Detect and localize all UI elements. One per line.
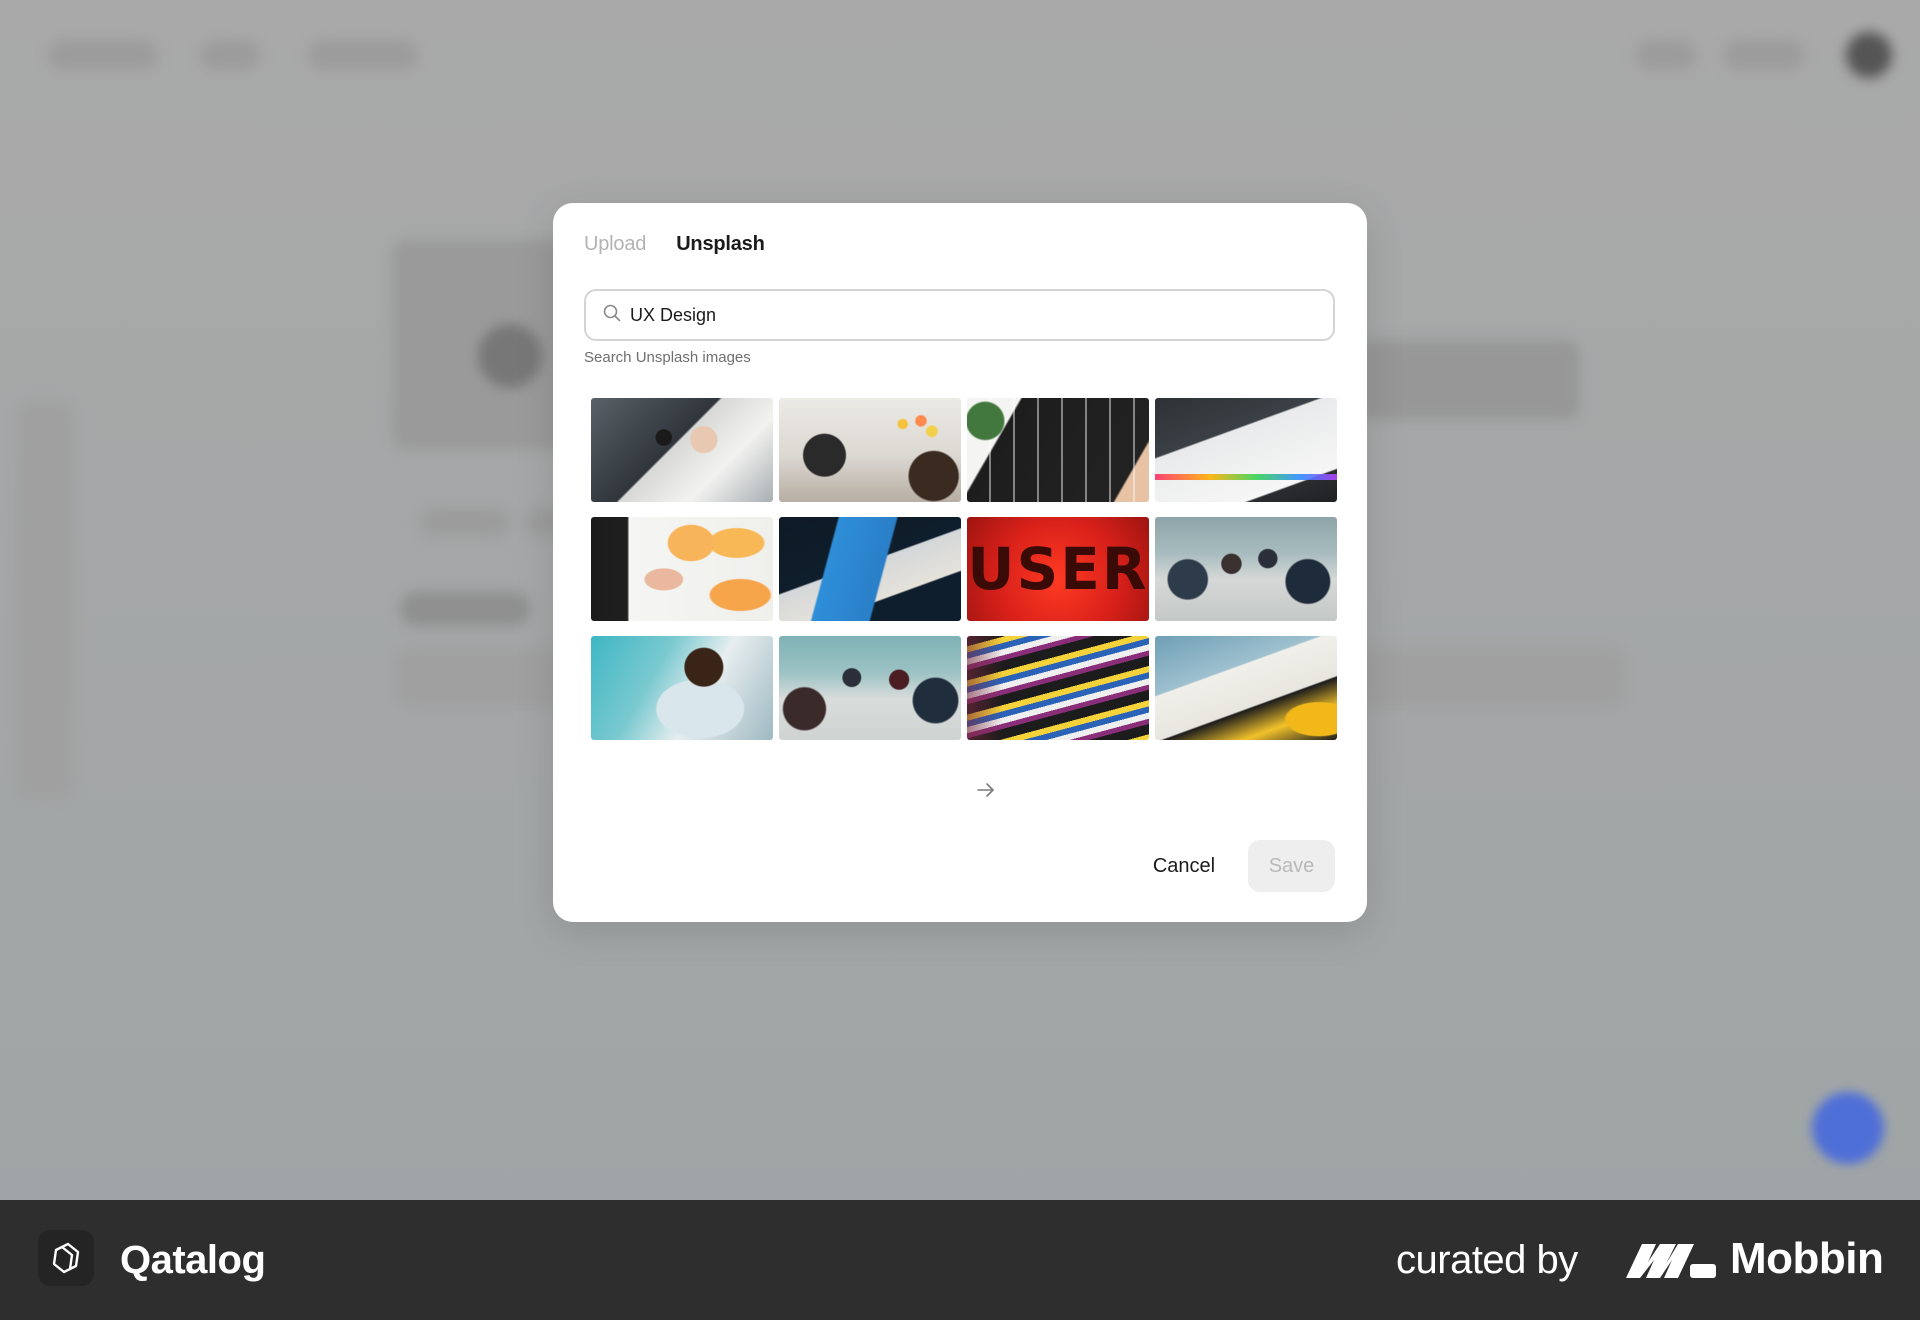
image-grid: USER: [591, 398, 1337, 740]
tab-unsplash[interactable]: Unsplash: [676, 233, 765, 256]
brand-name: Mobbin: [1730, 1234, 1884, 1283]
unsplash-image[interactable]: [779, 636, 961, 740]
unsplash-image[interactable]: [1155, 398, 1337, 502]
unsplash-image[interactable]: [779, 398, 961, 502]
search-hint: Search Unsplash images: [584, 349, 751, 366]
unsplash-image[interactable]: [967, 398, 1149, 502]
background-nav-item: [48, 40, 158, 70]
unsplash-image[interactable]: [591, 398, 773, 502]
image-picker-modal: Upload Unsplash Search Unsplash images: [553, 203, 1367, 922]
background-nav-item: [200, 40, 260, 70]
app-name: Qatalog: [120, 1238, 266, 1282]
unsplash-image[interactable]: [591, 517, 773, 621]
save-button[interactable]: Save: [1248, 840, 1335, 892]
background-fab-button: [1812, 1092, 1884, 1164]
search-field[interactable]: [584, 289, 1335, 341]
tab-upload[interactable]: Upload: [584, 233, 646, 256]
background-panel: [1360, 340, 1580, 420]
mobbin-logo-icon: [1626, 1244, 1716, 1278]
background-chip: [420, 508, 510, 536]
unsplash-image[interactable]: USER: [967, 517, 1149, 621]
source-tabs: Upload Unsplash: [584, 233, 765, 256]
curated-by-label: curated by: [1396, 1238, 1578, 1282]
background-avatar: [1846, 32, 1892, 78]
background-card-avatar: [478, 324, 542, 388]
unsplash-image-text: USER: [967, 535, 1149, 603]
search-icon: [603, 304, 621, 322]
search-input[interactable]: [630, 301, 1320, 329]
unsplash-image[interactable]: [591, 636, 773, 740]
cancel-button[interactable]: Cancel: [1131, 840, 1237, 892]
background-sidebar: [16, 400, 74, 800]
attribution-footer: Qatalog curated by Mobbin: [0, 1200, 1920, 1320]
qatalog-logo-icon: [38, 1230, 94, 1286]
arrow-right-icon[interactable]: [974, 778, 998, 802]
unsplash-image[interactable]: [779, 517, 961, 621]
background-nav-item: [1636, 40, 1696, 70]
background-nav-item: [1724, 40, 1804, 70]
unsplash-image[interactable]: [967, 636, 1149, 740]
background-nav-item: [308, 40, 418, 70]
background-heading: [400, 592, 530, 626]
unsplash-image[interactable]: [1155, 636, 1337, 740]
unsplash-image[interactable]: [1155, 517, 1337, 621]
